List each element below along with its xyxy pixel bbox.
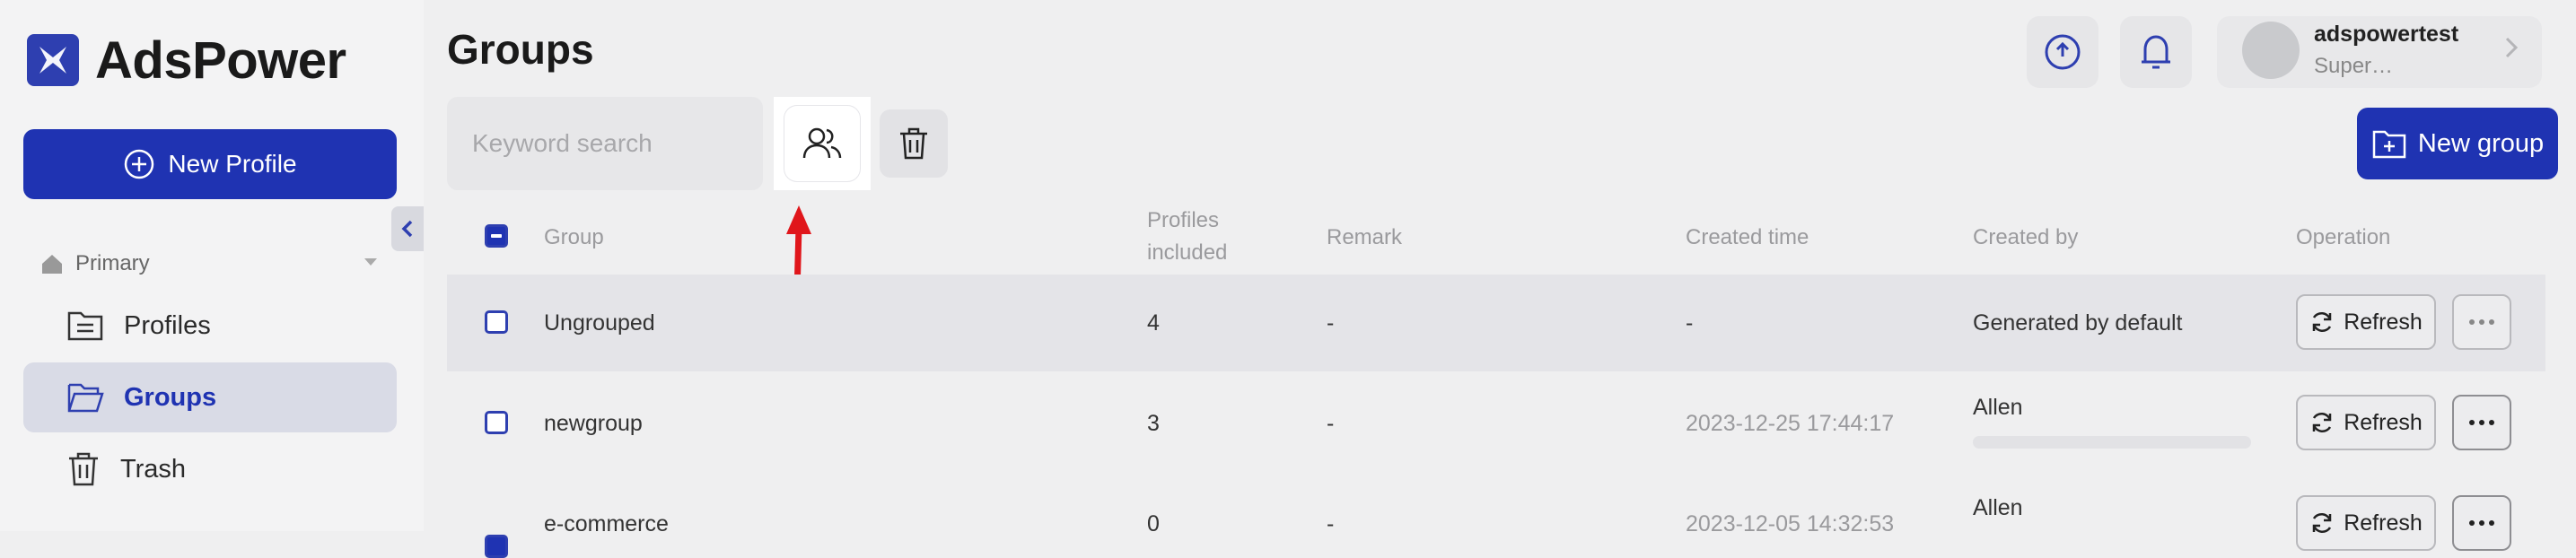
sidebar-item-trash[interactable]: Trash [23,434,397,504]
manage-members-button[interactable] [784,106,860,181]
avatar [2242,22,2300,79]
created-time: 2023-12-25 17:44:17 [1686,411,1895,436]
remark: - [1327,411,1335,436]
highlighted-manage-group-button[interactable] [774,97,871,190]
table-row [447,275,2545,371]
search-box[interactable] [447,97,798,190]
app-name: AdsPower [95,31,346,90]
users-icon [802,127,842,159]
refresh-label: Refresh [2344,309,2423,335]
notifications-button[interactable] [2120,16,2192,88]
more-options-button[interactable] [2452,395,2511,450]
user-role: Super… [2314,54,2394,78]
row-checkbox[interactable] [485,535,508,558]
column-header-profiles: Profiles [1147,208,1220,232]
remark: - [1327,511,1335,536]
ellipsis-icon [2469,420,2494,425]
row-checkbox[interactable] [485,411,508,434]
profiles-count: 4 [1147,310,1160,336]
section-label: Primary [75,251,150,275]
new-profile-button[interactable]: New Profile [23,129,397,199]
sidebar-item-label: Profiles [124,310,211,340]
refresh-icon [2312,512,2332,534]
column-header-profiles-line2: included [1147,240,1228,265]
column-header-created-time: Created time [1686,225,1809,249]
created-by: Generated by default [1973,310,2183,336]
sidebar-item-label: Trash [120,454,187,484]
plus-circle-icon [125,149,154,179]
group-name: newgroup [544,411,643,436]
column-header-remark: Remark [1327,225,1403,249]
select-all-checkbox[interactable] [485,224,508,248]
folder-list-icon [67,311,103,341]
refresh-icon [2312,412,2332,433]
sidebar-item-label: Groups [124,382,217,412]
sync-icon [2045,34,2081,70]
search-input[interactable] [470,128,798,159]
new-profile-label: New Profile [168,150,297,178]
created-time: - [1686,310,1694,336]
more-options-button[interactable] [2452,294,2511,350]
folder-open-icon [67,383,104,413]
column-header-operation: Operation [2296,225,2391,249]
bell-icon [2142,35,2170,69]
new-group-label: New group [2417,128,2545,158]
trash-icon [900,127,927,160]
folder-plus-icon [2372,130,2406,159]
trash-icon [69,452,98,486]
profiles-count: 3 [1147,411,1160,436]
remark: - [1327,310,1335,336]
row-checkbox[interactable] [485,310,508,334]
page-title: Groups [447,26,594,73]
chevron-right-icon[interactable] [2504,36,2519,59]
chevron-left-icon [401,220,413,238]
section-primary[interactable]: Primary [39,249,150,278]
created-by-detail-placeholder [1973,436,2251,449]
sidebar-item-groups[interactable]: Groups [23,362,397,432]
sidebar-item-profiles[interactable]: Profiles [23,291,397,361]
ellipsis-icon [2469,520,2494,526]
refresh-label: Refresh [2344,510,2423,536]
more-options-button[interactable] [2452,495,2511,551]
refresh-label: Refresh [2344,409,2423,435]
new-group-button[interactable]: New group [2357,108,2558,179]
created-time: 2023-12-05 14:32:53 [1686,511,1895,536]
created-by: Allen [1973,395,2023,420]
user-name: adspowertest [2314,22,2459,47]
column-header-created-by: Created by [1973,225,2079,249]
refresh-button[interactable]: Refresh [2296,294,2436,350]
refresh-icon [2312,311,2332,333]
group-name: e-commerce [544,511,669,536]
profiles-count: 0 [1147,511,1160,536]
caret-down-icon[interactable] [363,257,379,267]
ellipsis-icon [2469,319,2494,325]
group-name: Ungrouped [544,310,655,336]
adspower-logo-icon [27,34,79,86]
delete-group-button[interactable] [880,109,948,178]
home-icon [42,255,62,274]
sync-button[interactable] [2027,16,2098,88]
created-by: Allen [1973,495,2023,520]
app-logo: AdsPower [27,31,346,90]
refresh-button[interactable]: Refresh [2296,395,2436,450]
refresh-button[interactable]: Refresh [2296,495,2436,551]
collapse-sidebar-button[interactable] [391,206,424,251]
column-header-group: Group [544,225,604,249]
